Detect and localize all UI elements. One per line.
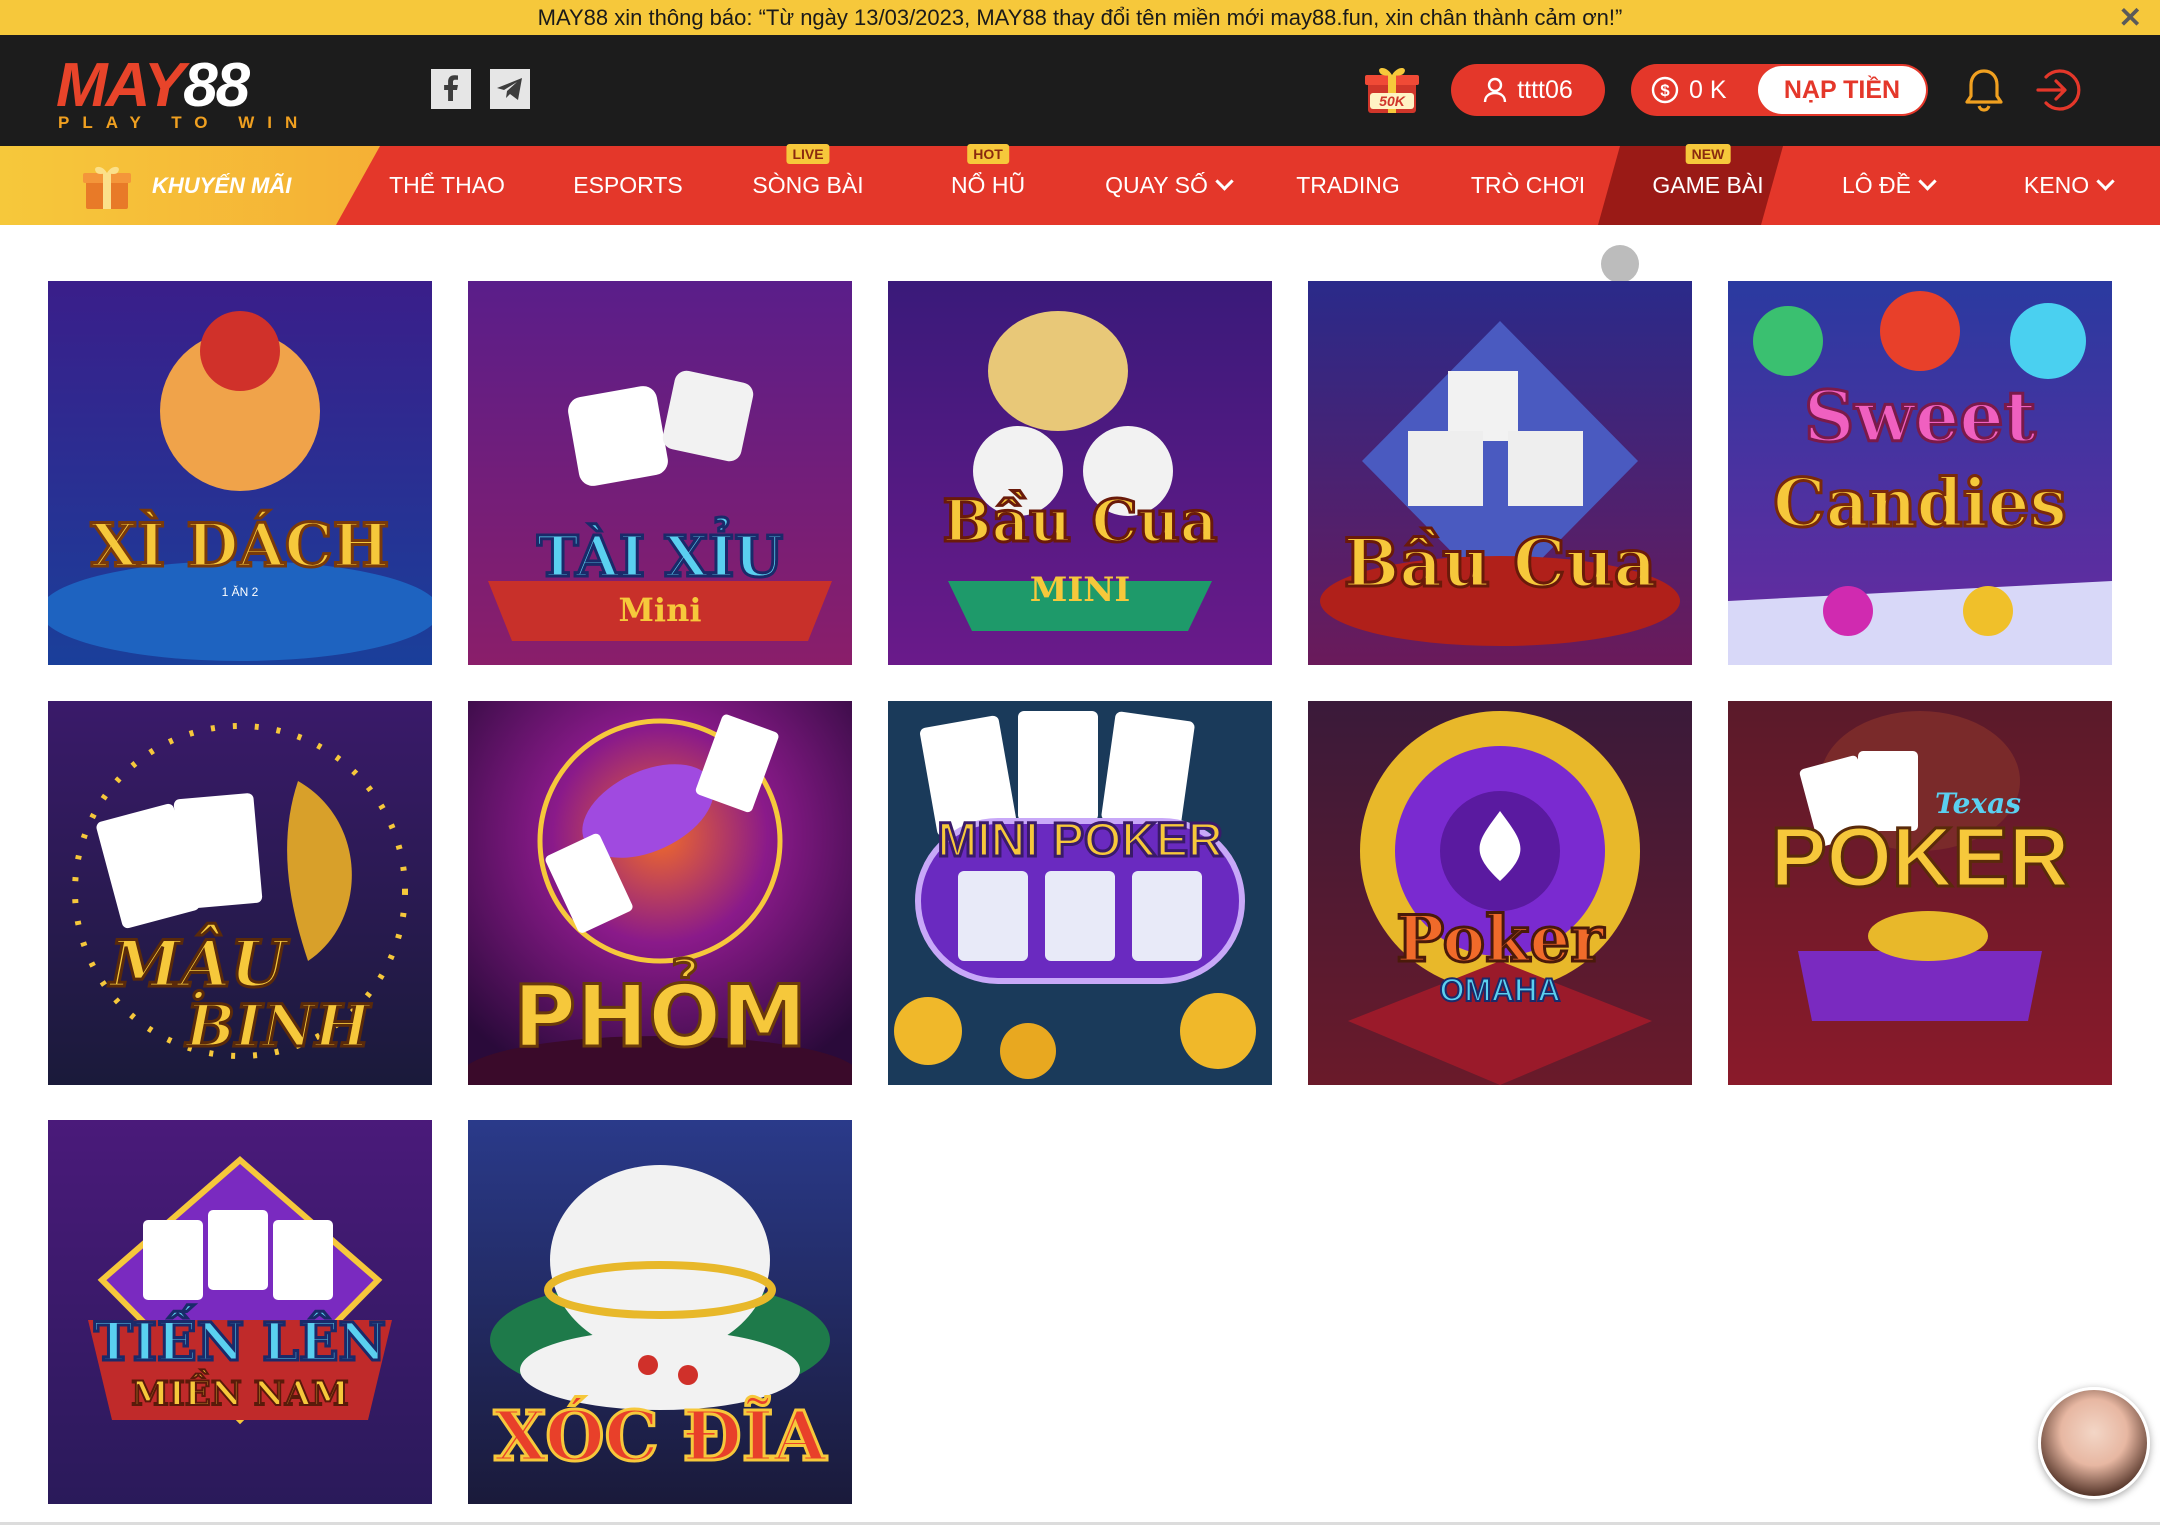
logout-icon[interactable]: [2034, 67, 2084, 113]
user-account-button[interactable]: tttt06: [1451, 64, 1605, 116]
svg-text:XÌ DÁCH: XÌ DÁCH: [91, 510, 390, 581]
announcement-bar: MAY88 xin thông báo: “Từ ngày 13/03/2023…: [0, 0, 2160, 35]
gift-50k-icon[interactable]: 50K: [1362, 61, 1422, 117]
announcement-text: MAY88 xin thông báo: “Từ ngày 13/03/2023…: [537, 4, 1623, 30]
svg-text:Candies: Candies: [1773, 464, 2067, 542]
svg-text:POKER: POKER: [1771, 810, 2070, 904]
nav-item-lottery[interactable]: QUAY SỐ: [1090, 146, 1246, 225]
balance-widget: $ 0 K NẠP TIỀN: [1631, 64, 1928, 116]
svg-text:MINI: MINI: [1030, 570, 1131, 610]
user-icon: [1484, 77, 1507, 103]
scroll-indicator: [1601, 245, 1639, 283]
svg-text:Texas: Texas: [1935, 787, 2021, 820]
live-badge: LIVE: [786, 144, 830, 164]
chevron-down-icon: [2096, 172, 2115, 191]
nav-item-promotions[interactable]: KHUYẾN MÃI: [0, 146, 380, 225]
game-tile-bau-cua[interactable]: Bầu Cua: [1308, 281, 1692, 665]
svg-text:MẬU: MẬU: [108, 924, 291, 1002]
facebook-icon[interactable]: [431, 69, 471, 109]
svg-text:BINH: BINH: [184, 992, 372, 1060]
svg-text:$: $: [1660, 81, 1670, 100]
nav-item-sports[interactable]: THỂ THAO: [368, 146, 526, 225]
svg-text:TÀI XỈU: TÀI XỈU: [537, 517, 783, 590]
brand-tagline: PLAY TO WIN: [58, 113, 311, 132]
deposit-button[interactable]: NẠP TIỀN: [1758, 66, 1926, 114]
nav-item-esports[interactable]: ESPORTS: [550, 146, 706, 225]
svg-text:TIẾN LÊN: TIẾN LÊN: [94, 1304, 386, 1373]
game-tile-tai-xiu-mini[interactable]: TÀI XỈU Mini: [468, 281, 852, 665]
game-tile-texas-poker[interactable]: POKER Texas: [1728, 701, 2112, 1085]
game-tile-sweet-candies[interactable]: Sweet Candies: [1728, 281, 2112, 665]
nav-item-card-games[interactable]: NEW GAME BÀI: [1630, 144, 1786, 225]
username-label: tttt06: [1517, 75, 1573, 104]
game-tile-mini-poker[interactable]: MINI POKER: [888, 701, 1272, 1085]
close-icon[interactable]: ✕: [2119, 0, 2142, 35]
svg-text:50K: 50K: [1379, 93, 1406, 109]
game-tile-poker-omaha[interactable]: Poker OMAHA: [1308, 701, 1692, 1085]
game-tile-xoc-dia[interactable]: XÓC ĐĨA: [468, 1120, 852, 1504]
svg-text:MIỀN NAM: MIỀN NAM: [131, 1369, 348, 1414]
hot-badge: HOT: [967, 144, 1009, 164]
svg-text:XÓC ĐĨA: XÓC ĐĨA: [494, 1397, 828, 1477]
nav-item-trading[interactable]: TRADING: [1270, 146, 1426, 225]
balance-value: 0 K: [1689, 75, 1727, 104]
new-badge: NEW: [1685, 144, 1731, 164]
telegram-icon[interactable]: [490, 69, 530, 109]
svg-text:Bầu Cua: Bầu Cua: [943, 487, 1218, 555]
game-tile-phom[interactable]: PHỎM: [468, 701, 852, 1085]
game-tile-mau-binh[interactable]: MẬU BINH: [48, 701, 432, 1085]
game-tile-xi-dach[interactable]: XÌ DÁCH 1 ĂN 2: [48, 281, 432, 665]
coin-icon: $: [1651, 76, 1679, 104]
nav-item-games[interactable]: TRÒ CHƠI: [1450, 146, 1606, 225]
nav-item-keno[interactable]: KENO: [1990, 146, 2146, 225]
svg-text:Sweet: Sweet: [1804, 375, 2036, 458]
support-chat-avatar[interactable]: [2038, 1387, 2150, 1499]
svg-text:1 ĂN 2: 1 ĂN 2: [222, 584, 259, 599]
promotions-label: KHUYẾN MÃI: [152, 173, 292, 198]
svg-text:Bầu Cua: Bầu Cua: [1344, 524, 1657, 602]
chevron-down-icon: [1215, 172, 1234, 191]
game-tile-tien-len-mien-nam[interactable]: TIẾN LÊN MIỀN NAM: [48, 1120, 432, 1504]
site-header: MAY88 PLAY TO WIN 50K tttt06 $ 0 K NẠP T…: [0, 35, 2160, 146]
main-nav: KHUYẾN MÃI THỂ THAO ESPORTS LIVE SÒNG BÀI…: [0, 144, 2160, 225]
svg-text:PHỎM: PHỎM: [513, 958, 807, 1067]
svg-text:MINI POKER: MINI POKER: [937, 814, 1222, 867]
game-tile-bau-cua-mini[interactable]: Bầu Cua MINI: [888, 281, 1272, 665]
svg-text:Mini: Mini: [619, 591, 702, 629]
svg-text:Poker: Poker: [1396, 902, 1605, 977]
nav-item-lode[interactable]: LÔ ĐỀ: [1810, 146, 1966, 225]
gift-icon: [80, 159, 134, 213]
bell-icon[interactable]: [1962, 67, 2006, 113]
svg-text:OMAHA: OMAHA: [1440, 972, 1561, 1008]
nav-item-casino[interactable]: LIVE SÒNG BÀI: [730, 144, 886, 225]
nav-item-slots[interactable]: HOT NỔ HŨ: [910, 144, 1066, 225]
chevron-down-icon: [1918, 172, 1937, 191]
brand-logo[interactable]: MAY88 PLAY TO WIN: [56, 55, 316, 133]
